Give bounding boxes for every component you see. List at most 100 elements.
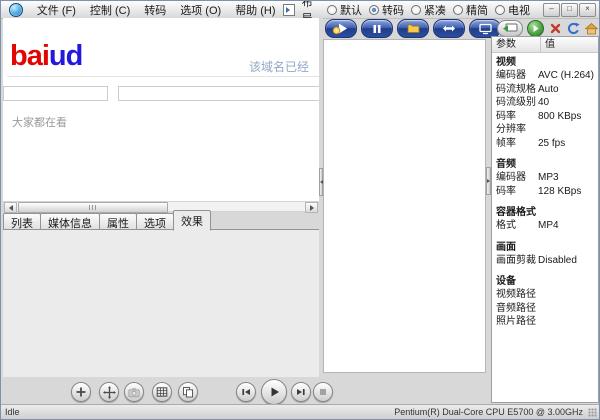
parameter-table-body: 视频 编码器AVC (H.264) 码流规格Auto 码流级别40 码率800 … [492, 53, 598, 329]
move-button[interactable] [99, 382, 119, 402]
app-globe-icon[interactable] [9, 3, 23, 17]
menu-control[interactable]: 控制 (C) [83, 1, 137, 19]
param-row-audio-bitrate[interactable]: 码率128 KBps [492, 185, 598, 199]
site-logo: baiud [10, 40, 82, 73]
cpu-info: Pentium(R) Dual-Core CPU E5700 @ 3.00GHz [394, 407, 599, 417]
layout-mode-transcode[interactable]: 转码 [369, 2, 404, 18]
param-row-resolution[interactable]: 分辨率 [492, 123, 598, 137]
layout-mode-default[interactable]: 默认 [327, 2, 362, 18]
radio-icon[interactable] [453, 5, 463, 15]
tab-list[interactable]: 列表 [3, 213, 41, 230]
horizontal-scrollbar[interactable] [3, 201, 319, 212]
radio-icon[interactable] [411, 5, 421, 15]
section-audio: 音频 [492, 158, 598, 171]
effects-tab-page [3, 229, 319, 377]
plus-icon [75, 386, 87, 398]
value-column-header[interactable]: 值 [541, 37, 598, 52]
minimize-button[interactable]: – [543, 3, 560, 17]
delete-button[interactable] [548, 22, 562, 36]
logo-part-blue: ud [49, 40, 82, 72]
radio-icon[interactable] [495, 5, 505, 15]
collapse-right-icon [487, 179, 490, 183]
layout-icon[interactable] [283, 4, 295, 16]
open-file-button[interactable] [397, 19, 429, 38]
refresh-button[interactable] [566, 22, 580, 36]
status-bar: Idle Pentium(R) Dual-Core CPU E5700 @ 3.… [1, 404, 599, 419]
menu-file[interactable]: 文件 (F) [30, 1, 83, 19]
play-with-disc-icon [332, 22, 350, 35]
layout-mode-simple[interactable]: 精简 [453, 2, 488, 18]
param-row-audio-encoder[interactable]: 编码器MP3 [492, 171, 598, 185]
snapshot-button[interactable] [124, 382, 144, 402]
web-input-right[interactable] [118, 86, 320, 101]
monitor-back-icon [502, 23, 518, 34]
preview-back-button[interactable] [497, 20, 523, 37]
layout-mode-compact[interactable]: 紧凑 [411, 2, 446, 18]
previous-button[interactable] [236, 382, 256, 402]
section-device: 设备 [492, 275, 598, 288]
menu-help[interactable]: 帮助 (H) [228, 1, 282, 19]
layout-mode-label: 精简 [466, 2, 488, 18]
param-row-video-profile[interactable]: 码流规格Auto [492, 83, 598, 97]
param-row-video-level[interactable]: 码流级别40 [492, 96, 598, 110]
param-row-video-path[interactable]: 视频路径 [492, 288, 598, 302]
layout-mode-label: 电视 [508, 2, 530, 18]
video-preview-area [323, 39, 486, 373]
menu-transcode[interactable]: 转码 [137, 1, 173, 19]
grid-icon [156, 386, 168, 398]
param-row-audio-path[interactable]: 音频路径 [492, 302, 598, 316]
param-column-header[interactable]: 参数 [492, 37, 541, 52]
play-icon [267, 385, 281, 399]
menu-options[interactable]: 选项 (O) [173, 1, 228, 19]
param-row-framerate[interactable]: 帧率25 fps [492, 137, 598, 151]
param-row-cropping[interactable]: 画面剪裁Disabled [492, 254, 598, 268]
tiles-button[interactable] [152, 382, 172, 402]
monitor-icon [479, 23, 492, 35]
param-row-container-format[interactable]: 格式MP4 [492, 219, 598, 233]
start-transcode-button[interactable] [325, 19, 357, 38]
stop-button[interactable] [313, 382, 333, 402]
next-track-icon [295, 386, 307, 398]
app-window: 文件 (F) 控制 (C) 转码 选项 (O) 帮助 (H) 布局 默认 转码 … [0, 0, 600, 420]
tab-media-info[interactable]: 媒体信息 [40, 213, 100, 230]
radio-icon[interactable] [327, 5, 337, 15]
tab-properties[interactable]: 属性 [99, 213, 137, 230]
param-row-video-bitrate[interactable]: 码率800 KBps [492, 110, 598, 124]
tab-effects[interactable]: 效果 [173, 210, 211, 231]
copy-pages-icon [182, 386, 194, 398]
section-picture: 画面 [492, 241, 598, 254]
tab-options[interactable]: 选项 [136, 213, 174, 230]
red-x-icon [550, 23, 561, 34]
web-view: baiud 该域名已经 大家都在看 [3, 18, 320, 201]
scroll-left-icon [9, 205, 13, 211]
scroll-right-icon [310, 205, 314, 211]
bottom-tab-strip: 列表 媒体信息 属性 选项 效果 [3, 212, 319, 230]
forward-button[interactable] [527, 20, 544, 37]
layout-mode-tv[interactable]: 电视 [495, 2, 530, 18]
web-input-left[interactable] [3, 86, 108, 101]
pause-button[interactable] [361, 19, 393, 38]
copy-button[interactable] [178, 382, 198, 402]
previous-track-icon [240, 386, 252, 398]
swap-button[interactable] [433, 19, 465, 38]
crosshair-icon [103, 386, 116, 399]
radio-selected-icon[interactable] [369, 5, 379, 15]
pause-icon [371, 23, 383, 35]
window-controls: – □ × [543, 3, 596, 17]
menu-bar: 文件 (F) 控制 (C) 转码 选项 (O) 帮助 (H) 布局 默认 转码 … [1, 1, 599, 19]
home-icon [585, 23, 598, 35]
resize-grip[interactable] [588, 408, 597, 417]
close-button[interactable]: × [579, 3, 596, 17]
maximize-button[interactable]: □ [561, 3, 578, 17]
add-file-button[interactable] [71, 382, 91, 402]
divider [7, 76, 320, 77]
stop-icon [317, 386, 329, 398]
section-video: 视频 [492, 56, 598, 69]
swap-arrows-icon [442, 23, 456, 34]
next-button[interactable] [291, 382, 311, 402]
play-button[interactable] [261, 379, 287, 405]
param-row-video-encoder[interactable]: 编码器AVC (H.264) [492, 69, 598, 83]
forward-arrow-icon [531, 24, 540, 33]
param-row-photo-path[interactable]: 照片路径 [492, 315, 598, 329]
home-button[interactable] [584, 22, 598, 36]
